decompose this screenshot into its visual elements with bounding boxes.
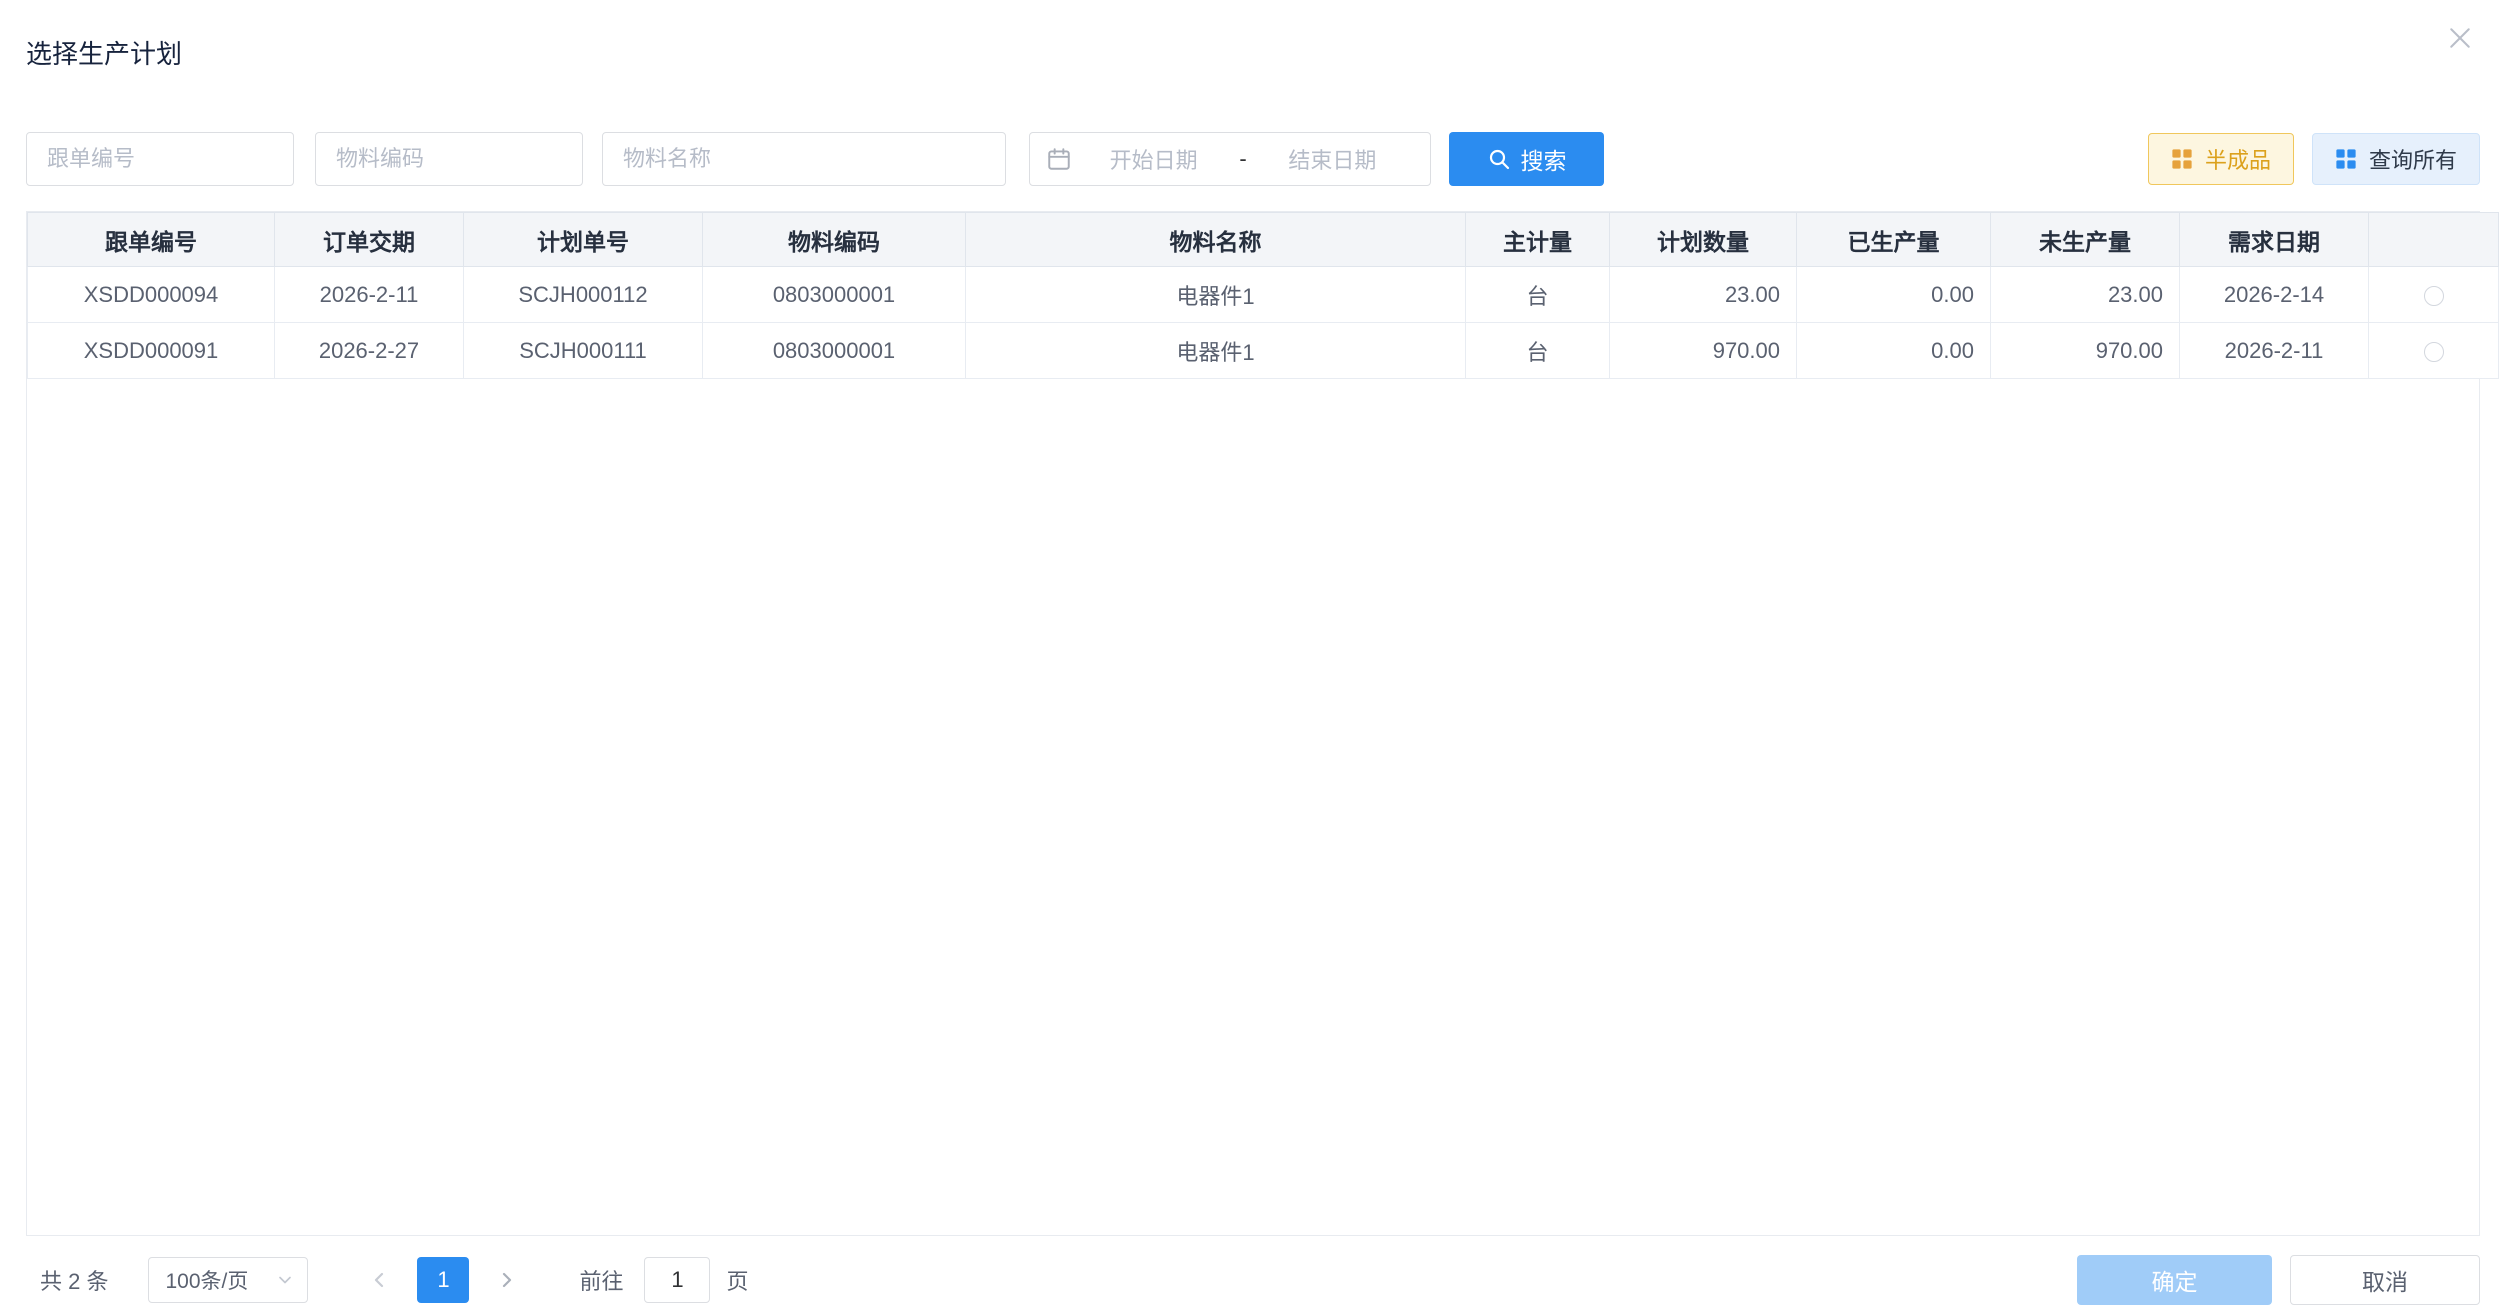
table-row[interactable]: XSDD000091 2026-2-27 SCJH000111 08030000… <box>28 323 2499 379</box>
header-select <box>2369 213 2499 267</box>
semi-finished-button[interactable]: 半成品 <box>2148 133 2294 185</box>
next-page-button[interactable] <box>481 1257 531 1303</box>
cell-unproduced-qty: 23.00 <box>1991 267 2180 323</box>
header-demand-date: 需求日期 <box>2180 213 2369 267</box>
cell-plan-qty: 970.00 <box>1610 323 1797 379</box>
pagination-total: 共 2 条 <box>40 1264 108 1296</box>
cell-unit: 台 <box>1466 323 1610 379</box>
header-produced-qty: 已生产量 <box>1797 213 1991 267</box>
dialog-footer: 共 2 条 100条/页 1 <box>26 1252 2480 1308</box>
date-start-placeholder: 开始日期 <box>1072 143 1235 175</box>
cancel-button[interactable]: 取消 <box>2290 1255 2480 1305</box>
cell-plan-no: SCJH000111 <box>464 323 703 379</box>
row-radio[interactable] <box>2424 342 2444 362</box>
header-unit: 主计量 <box>1466 213 1610 267</box>
calendar-icon <box>1046 146 1072 172</box>
order-no-input[interactable] <box>26 132 294 186</box>
header-order-date: 订单交期 <box>275 213 464 267</box>
cell-unit: 台 <box>1466 267 1610 323</box>
material-name-input[interactable] <box>602 132 1006 186</box>
search-button-label: 搜索 <box>1521 142 1567 176</box>
cell-order-no: XSDD000094 <box>28 267 275 323</box>
cell-material-name: 电器件1 <box>966 323 1466 379</box>
goto-page-input[interactable] <box>644 1257 710 1303</box>
production-plan-table: 跟单编号 订单交期 计划单号 物料编码 物料名称 主计量 计划数量 已生产量 未… <box>26 211 2480 1236</box>
goto-label: 前往 <box>579 1264 623 1296</box>
filter-bar: 开始日期 - 结束日期 搜索 半成品 <box>26 132 2480 186</box>
grid-icon <box>2335 148 2357 170</box>
chevron-right-icon <box>494 1268 518 1292</box>
cell-demand-date: 2026-2-14 <box>2180 267 2369 323</box>
header-plan-no: 计划单号 <box>464 213 703 267</box>
page-size-select[interactable]: 100条/页 <box>148 1257 308 1303</box>
header-material-code: 物料编码 <box>703 213 966 267</box>
cell-material-name: 电器件1 <box>966 267 1466 323</box>
cell-plan-no: SCJH000112 <box>464 267 703 323</box>
dialog-title: 选择生产计划 <box>26 34 182 71</box>
cell-order-no: XSDD000091 <box>28 323 275 379</box>
dialog-actions: 确定 取消 <box>2077 1255 2480 1305</box>
material-code-input[interactable] <box>315 132 583 186</box>
page-size-value: 100条/页 <box>165 1265 248 1295</box>
confirm-button[interactable]: 确定 <box>2077 1255 2272 1305</box>
pagination: 共 2 条 100条/页 1 <box>26 1257 749 1303</box>
page-unit-label: 页 <box>726 1264 748 1296</box>
search-icon <box>1487 147 1511 171</box>
cell-select <box>2369 267 2499 323</box>
row-radio[interactable] <box>2424 286 2444 306</box>
cell-produced-qty: 0.00 <box>1797 323 1991 379</box>
header-material-name: 物料名称 <box>966 213 1466 267</box>
date-end-placeholder: 结束日期 <box>1251 143 1414 175</box>
cell-demand-date: 2026-2-11 <box>2180 323 2369 379</box>
search-button[interactable]: 搜索 <box>1449 132 1604 186</box>
cell-material-code: 0803000001 <box>703 323 966 379</box>
table-row[interactable]: XSDD000094 2026-2-11 SCJH000112 08030000… <box>28 267 2499 323</box>
page-number-button[interactable]: 1 <box>417 1257 469 1303</box>
cell-order-date: 2026-2-11 <box>275 267 464 323</box>
cell-material-code: 0803000001 <box>703 267 966 323</box>
query-all-button[interactable]: 查询所有 <box>2312 133 2480 185</box>
cell-select <box>2369 323 2499 379</box>
header-unproduced-qty: 未生产量 <box>1991 213 2180 267</box>
select-production-plan-dialog: 选择生产计划 开始日期 - 结束日期 <box>0 0 2506 1314</box>
query-all-label: 查询所有 <box>2369 143 2457 175</box>
date-range-picker[interactable]: 开始日期 - 结束日期 <box>1029 132 1431 186</box>
header-plan-qty: 计划数量 <box>1610 213 1797 267</box>
chevron-down-icon <box>275 1270 295 1290</box>
header-order-no: 跟单编号 <box>28 213 275 267</box>
prev-page-button[interactable] <box>355 1257 405 1303</box>
cell-plan-qty: 23.00 <box>1610 267 1797 323</box>
cell-order-date: 2026-2-27 <box>275 323 464 379</box>
table-header-row: 跟单编号 订单交期 计划单号 物料编码 物料名称 主计量 计划数量 已生产量 未… <box>28 213 2499 267</box>
cell-produced-qty: 0.00 <box>1797 267 1991 323</box>
close-icon[interactable] <box>2442 20 2478 56</box>
semi-finished-label: 半成品 <box>2205 143 2271 175</box>
date-range-separator: - <box>1235 146 1250 172</box>
cell-unproduced-qty: 970.00 <box>1991 323 2180 379</box>
chevron-left-icon <box>368 1268 392 1292</box>
grid-icon <box>2171 148 2193 170</box>
